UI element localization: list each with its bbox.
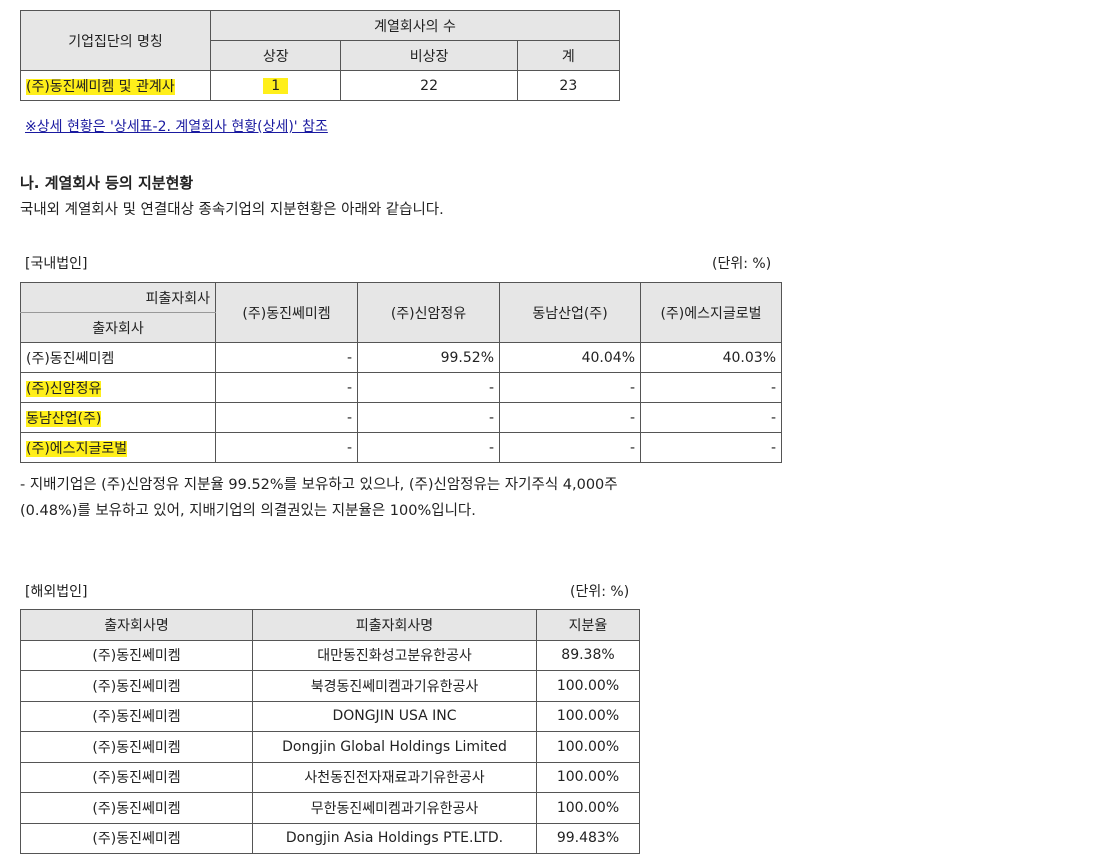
section-title: 나. 계열회사 등의 지분현황 <box>20 174 194 192</box>
cell: - <box>499 432 641 463</box>
listed-cell: 1 <box>209 70 342 101</box>
investee-cell: DONGJIN USA INC <box>252 700 537 732</box>
group-name-header: 기업집단의 명칭 <box>20 10 211 71</box>
affiliate-count-header: 계열회사의 수 <box>210 10 620 41</box>
cell: - <box>357 372 500 403</box>
cell: - <box>499 372 641 403</box>
investor-cell: (주)동진쎄미켐 <box>20 670 253 702</box>
cell: - <box>215 402 358 433</box>
group-name-cell: (주)동진쎄미켐 및 관계사 <box>20 70 211 101</box>
ratio-cell: 100.00% <box>536 700 640 732</box>
investee-header: 피출자회사 <box>20 282 216 313</box>
domestic-unit: (단위: %) <box>712 256 772 272</box>
cell: - <box>357 402 500 433</box>
cell: - <box>215 372 358 403</box>
cell: - <box>357 432 500 463</box>
section-description: 국내외 계열회사 및 연결대상 종속기업의 지분현황은 아래와 같습니다. <box>20 202 444 218</box>
cell: 99.52% <box>357 342 500 373</box>
row-name: (주)에스지글로벌 <box>20 432 216 463</box>
cell: - <box>215 342 358 373</box>
group-summary-table: 기업집단의 명칭 계열회사의 수 상장 비상장 계 (주)동진쎄미켐 및 관계사… <box>20 10 621 101</box>
cell: - <box>215 432 358 463</box>
domestic-caption: [국내법인] <box>25 256 88 272</box>
cell: - <box>640 372 782 403</box>
investee-cell: 무한동진쎄미켐과기유한공사 <box>252 792 537 824</box>
table-row: 동남산업(주) - - - - <box>20 402 782 433</box>
investee-cell: Dongjin Global Holdings Limited <box>252 731 537 763</box>
investee-cell: Dongjin Asia Holdings PTE.LTD. <box>252 822 537 854</box>
ratio-cell: 100.00% <box>536 761 640 793</box>
col-header-1: (주)신암정유 <box>357 282 500 343</box>
table-row: (주)동진쎄미켐 - 99.52% 40.04% 40.03% <box>20 342 782 373</box>
cell: - <box>499 402 641 433</box>
investor-name-header: 출자회사명 <box>20 609 253 641</box>
table-row: (주)동진쎄미켐 무한동진쎄미켐과기유한공사 100.00% <box>20 792 640 824</box>
investee-name-header: 피출자회사명 <box>252 609 537 641</box>
col-header-2: 동남산업(주) <box>499 282 641 343</box>
investor-cell: (주)동진쎄미켐 <box>20 761 253 793</box>
investee-cell: 북경동진쎄미켐과기유한공사 <box>252 670 537 702</box>
cell: - <box>640 432 782 463</box>
listed-header: 상장 <box>209 40 342 71</box>
ratio-cell: 89.38% <box>536 639 640 671</box>
unlisted-header: 비상장 <box>340 40 518 71</box>
investor-cell: (주)동진쎄미켐 <box>20 792 253 824</box>
overseas-unit: (단위: %) <box>570 584 630 600</box>
investor-cell: (주)동진쎄미켐 <box>20 700 253 732</box>
domestic-equity-table: 피출자회사 (주)동진쎄미켐 (주)신암정유 동남산업(주) (주)에스지글로벌… <box>20 282 782 463</box>
row-name: 동남산업(주) <box>20 402 216 433</box>
ratio-cell: 100.00% <box>536 731 640 763</box>
overseas-caption: [해외법인] <box>25 584 88 600</box>
table-row: (주)동진쎄미켐 북경동진쎄미켐과기유한공사 100.00% <box>20 670 640 702</box>
ratio-cell: 100.00% <box>536 792 640 824</box>
table-row: (주)에스지글로벌 - - - - <box>20 432 782 463</box>
investor-cell: (주)동진쎄미켐 <box>20 822 253 854</box>
table-row: (주)신암정유 - - - - <box>20 372 782 403</box>
voting-rights-note: - 지배기업은 (주)신암정유 지분율 99.52%를 보유하고 있으나, (주… <box>20 477 618 519</box>
row-name: (주)동진쎄미켐 <box>20 342 216 373</box>
total-cell: 23 <box>516 70 621 101</box>
table-row: (주)동진쎄미켐 Dongjin Global Holdings Limited… <box>20 731 640 763</box>
cell: 40.03% <box>640 342 782 373</box>
table-row: (주)동진쎄미켐 Dongjin Asia Holdings PTE.LTD. … <box>20 822 640 854</box>
col-header-0: (주)동진쎄미켐 <box>215 282 358 343</box>
investee-cell: 대만동진화성고분유한공사 <box>252 639 537 671</box>
table-row: (주)동진쎄미켐 사천동진전자재료과기유한공사 100.00% <box>20 761 640 793</box>
detail-link[interactable]: ※상세 현황은 '상세표-2. 계열회사 현황(상세)' 참조 <box>25 116 328 136</box>
investor-cell: (주)동진쎄미켐 <box>20 639 253 671</box>
cell: - <box>640 402 782 433</box>
row-name: (주)신암정유 <box>20 372 216 403</box>
investor-header: 출자회사 <box>20 312 216 343</box>
overseas-equity-table: 출자회사명 피출자회사명 지분율 (주)동진쎄미켐 대만동진화성고분유한공사 8… <box>20 609 640 854</box>
unlisted-cell: 22 <box>340 70 518 101</box>
table-row: (주)동진쎄미켐 DONGJIN USA INC 100.00% <box>20 700 640 732</box>
col-header-3: (주)에스지글로벌 <box>640 282 782 343</box>
investee-cell: 사천동진전자재료과기유한공사 <box>252 761 537 793</box>
investor-cell: (주)동진쎄미켐 <box>20 731 253 763</box>
ratio-cell: 100.00% <box>536 670 640 702</box>
share-ratio-header: 지분율 <box>536 609 640 641</box>
table-row: (주)동진쎄미켐 대만동진화성고분유한공사 89.38% <box>20 639 640 671</box>
table-row: (주)동진쎄미켐 및 관계사 1 22 23 <box>20 70 621 101</box>
total-header: 계 <box>516 40 621 71</box>
cell: 40.04% <box>499 342 641 373</box>
ratio-cell: 99.483% <box>536 822 640 854</box>
